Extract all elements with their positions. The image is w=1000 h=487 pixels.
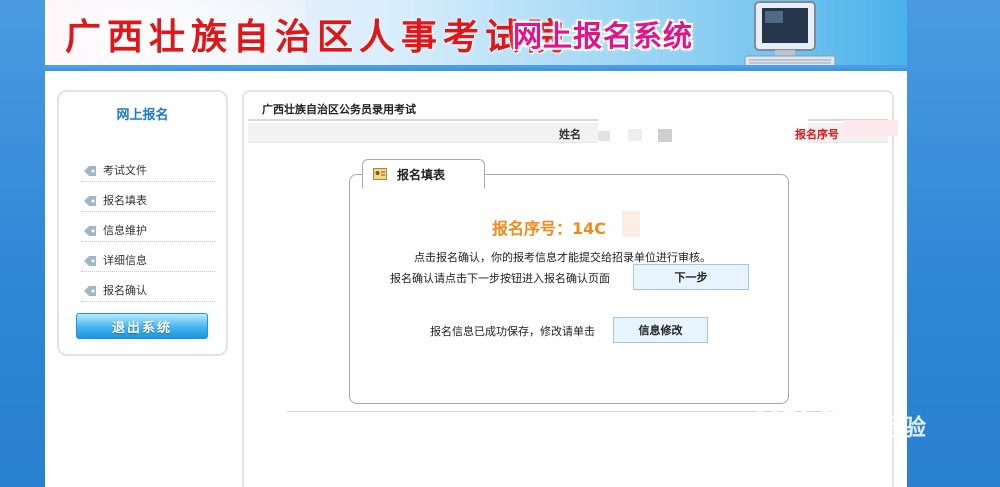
- exam-title: 广西壮族自治区公务员录用考试: [248, 101, 888, 121]
- serial-heading: 报名序号：14C: [350, 215, 788, 239]
- tag-icon: [84, 256, 96, 266]
- logout-button[interactable]: 退出系统: [76, 313, 208, 339]
- modify-info-button[interactable]: 信息修改: [613, 317, 708, 343]
- id-card-icon: [373, 168, 387, 180]
- registration-form-box: 报名序号：14C 点击报名确认，你的报考信息才能提交给招录单位进行审核。 报名确…: [349, 174, 789, 404]
- sidebar-title: 网上报名: [116, 108, 169, 123]
- sidebar-item-details[interactable]: 详细信息: [81, 250, 215, 272]
- sidebar-item-confirm[interactable]: 报名确认: [81, 280, 215, 302]
- org-title: 广西壮族自治区人事考试院: [65, 16, 570, 58]
- confirm-notice: 点击报名确认，你的报考信息才能提交给招录单位进行审核。: [414, 251, 711, 264]
- redacted-serial-digits: [622, 211, 640, 237]
- watermark-url: jingyan.baidu.com: [767, 444, 880, 460]
- next-step-button[interactable]: 下一步: [633, 264, 749, 290]
- sidebar-item-registration-form[interactable]: 报名填表: [81, 190, 215, 212]
- sidebar-item-label: 报名填表: [103, 194, 147, 207]
- redacted-block: [628, 129, 642, 141]
- sidebar-item-label: 信息维护: [103, 224, 147, 237]
- watermark-label: 经验: [880, 415, 926, 441]
- sidebar-item-label: 考试文件: [103, 164, 147, 177]
- redacted-block: [598, 131, 610, 141]
- name-label: 姓名: [559, 128, 581, 141]
- candidate-info-strip: 姓名 报名序号: [248, 119, 898, 146]
- tag-icon: [84, 196, 96, 206]
- tag-icon: [84, 226, 96, 236]
- form-tab-label: 报名填表: [397, 168, 446, 182]
- sidebar: 网上报名 考试文件 报名填表 信息维护 详细信息 报名确认 退出系统: [57, 90, 228, 356]
- computer-icon: [744, 1, 836, 65]
- saved-prompt: 报名信息已成功保存，修改请单击: [430, 325, 595, 338]
- header-banner: 广西壮族自治区人事考试院 网上报名系统: [45, 0, 907, 68]
- form-tab: 报名填表: [362, 159, 485, 189]
- redacted-block: [658, 129, 672, 142]
- sidebar-item-info-maintenance[interactable]: 信息维护: [81, 220, 215, 242]
- next-step-prompt: 报名确认请点击下一步按钮进入报名确认页面: [390, 272, 610, 285]
- baidu-watermark: Bai du 经验 jingyan.baidu.com: [755, 378, 985, 473]
- tag-icon: [84, 286, 96, 296]
- system-title: 网上报名系统: [513, 19, 694, 53]
- sidebar-item-exam-files[interactable]: 考试文件: [81, 160, 215, 182]
- serial-label: 报名序号: [795, 128, 839, 141]
- redacted-serial: [843, 120, 898, 136]
- sidebar-item-label: 详细信息: [103, 254, 147, 267]
- tag-icon: [84, 166, 96, 176]
- watermark-brand: Bai du: [755, 396, 860, 437]
- serial-number: 14C: [572, 219, 607, 238]
- sidebar-item-label: 报名确认: [103, 284, 147, 297]
- serial-heading-label: 报名序号：: [491, 219, 572, 238]
